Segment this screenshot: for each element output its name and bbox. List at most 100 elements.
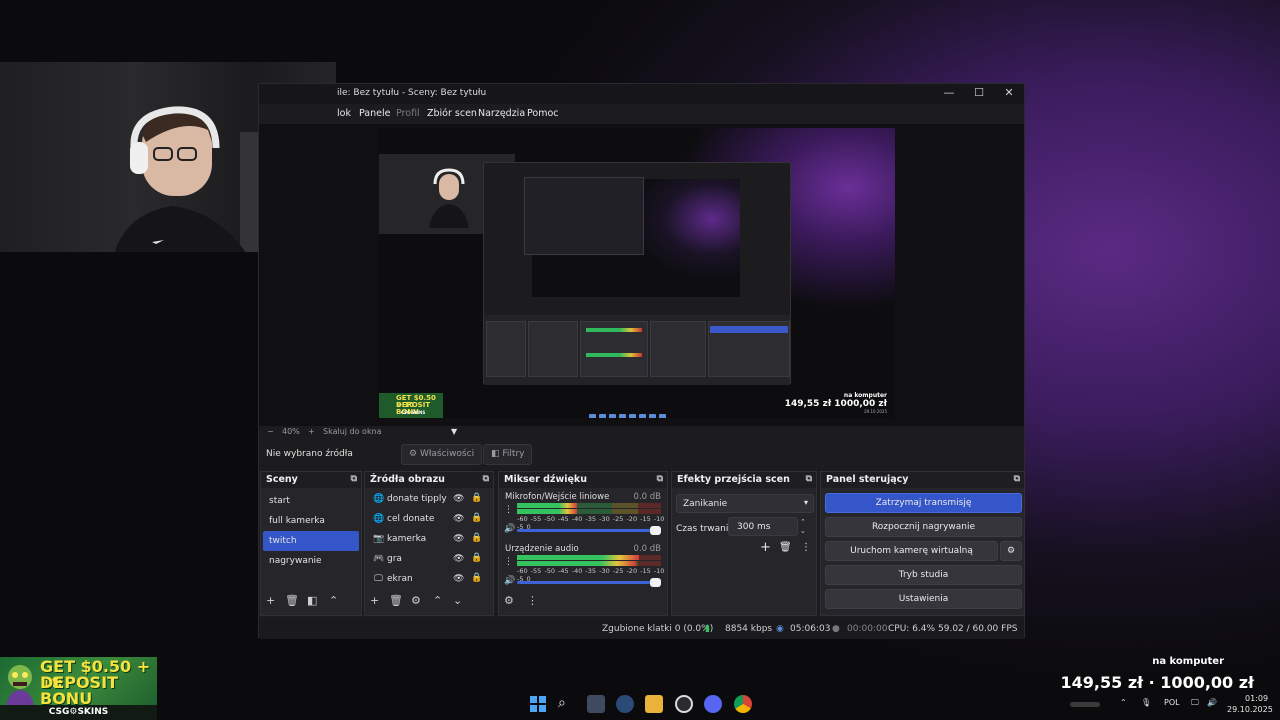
sources-header: Źródła obrazu ⧉ — [365, 472, 493, 488]
add-source-icon[interactable]: + — [370, 594, 379, 607]
spin-up-icon[interactable]: ⌃ — [800, 518, 806, 526]
microphone-icon[interactable]: 🎙 — [1141, 698, 1151, 707]
minimize-icon[interactable]: — — [938, 86, 960, 99]
transition-menu-icon[interactable]: ⋮ — [801, 542, 811, 553]
spin-down-icon[interactable]: ⌄ — [800, 527, 806, 535]
clock-time[interactable]: 01:09 — [1245, 694, 1268, 703]
speaker-icon[interactable]: 🔊 — [504, 524, 515, 534]
speaker-icon[interactable]: 🔊 — [504, 576, 515, 586]
duration-input[interactable]: 300 ms — [728, 517, 798, 536]
zoom-dropdown-icon[interactable]: ▼ — [451, 427, 457, 436]
undock-icon[interactable]: ⧉ — [483, 474, 489, 484]
eye-icon[interactable]: 👁 — [453, 574, 464, 584]
lock-icon[interactable]: 🔒 — [471, 573, 482, 583]
slider-knob[interactable] — [650, 578, 661, 587]
virtual-camera-settings-icon[interactable]: ⚙ — [1000, 541, 1022, 561]
menu-item-pomoc[interactable]: Pomoc — [527, 108, 559, 119]
remove-source-icon[interactable]: 🗑 — [389, 594, 403, 607]
stop-stream-button[interactable]: Zatrzymaj transmisję — [825, 493, 1022, 513]
scene-filters-icon[interactable]: ◧ — [307, 594, 317, 607]
language-indicator[interactable]: POL — [1164, 698, 1180, 707]
maximize-icon[interactable]: ☐ — [968, 86, 990, 99]
zoom-level: 40% — [282, 427, 300, 436]
windows-start-icon[interactable] — [529, 695, 547, 713]
scene-item-full-kamerka[interactable]: full kamerka — [263, 511, 359, 531]
channel-menu-icon[interactable]: ⋮ — [504, 505, 513, 515]
add-scene-icon[interactable]: + — [266, 594, 275, 607]
volume-icon[interactable]: 🔊 — [1207, 698, 1217, 707]
eye-icon[interactable]: 👁 — [453, 494, 464, 504]
undock-icon[interactable]: ⧉ — [1014, 474, 1020, 484]
zoom-out-button[interactable]: − — [267, 427, 274, 436]
discord-icon[interactable] — [704, 695, 722, 713]
source-item-donate-tipply[interactable]: 🌐 donate tipply 👁 🔒 — [365, 490, 493, 510]
controls-title: Panel sterujący — [826, 474, 909, 485]
preview-area[interactable]: GET $0.50 + 10 DEPOSIT BONU CSG SKINS na… — [259, 124, 1024, 426]
nested-obs-capture — [483, 162, 791, 385]
menu-item-widok[interactable]: lok — [337, 108, 351, 119]
zoom-in-button[interactable]: + — [308, 427, 315, 436]
menu-item-zbior-scen[interactable]: Zbiór scen — [427, 108, 477, 119]
mic-db-value: 0.0 dB — [633, 492, 661, 502]
menu-item-panele[interactable]: Panele — [359, 108, 390, 119]
undock-icon[interactable]: ⧉ — [351, 474, 357, 484]
program-preview[interactable]: GET $0.50 + 10 DEPOSIT BONU CSG SKINS na… — [379, 128, 895, 418]
menu-item-profil[interactable]: Profil — [396, 108, 420, 119]
scenes-dock: Sceny ⧉ start full kamerka twitch nagryw… — [260, 471, 362, 616]
close-icon[interactable]: ✕ — [998, 86, 1020, 99]
lock-icon[interactable]: 🔒 — [471, 513, 482, 523]
globe-icon: 🌐 — [373, 514, 385, 524]
scenes-header: Sceny ⧉ — [261, 472, 361, 488]
chrome-icon[interactable] — [734, 695, 752, 713]
lock-icon[interactable]: 🔒 — [471, 533, 482, 543]
network-icon[interactable]: 🖵 — [1191, 698, 1199, 708]
start-recording-button[interactable]: Rozpocznij nagrywanie — [825, 517, 1022, 537]
chevron-up-icon[interactable]: ⌃ — [1120, 698, 1127, 707]
lock-icon[interactable]: 🔒 — [471, 553, 482, 563]
scene-item-twitch[interactable]: twitch — [263, 531, 359, 551]
obs-icon[interactable] — [675, 695, 693, 713]
eye-icon[interactable]: 👁 — [453, 534, 464, 544]
chevron-down-icon: ▾ — [803, 498, 808, 507]
eye-icon[interactable]: 👁 — [453, 554, 464, 564]
zoom-mode[interactable]: Skaluj do okna — [323, 427, 382, 436]
slider-knob[interactable] — [650, 526, 661, 535]
eye-icon[interactable]: 👁 — [453, 514, 464, 524]
desktop-volume-slider[interactable] — [517, 578, 661, 587]
search-icon[interactable]: ⌕ — [558, 695, 576, 713]
remove-scene-icon[interactable]: 🗑 — [285, 594, 299, 607]
channel-menu-icon[interactable]: ⋮ — [504, 557, 513, 567]
transition-select[interactable]: Zanikanie ▾ — [676, 494, 814, 513]
add-transition-icon[interactable]: + — [760, 540, 771, 555]
lock-icon[interactable]: 🔒 — [471, 493, 482, 503]
settings-button[interactable]: Ustawienia — [825, 589, 1022, 609]
advanced-audio-icon[interactable]: ⚙ — [504, 594, 514, 607]
properties-button[interactable]: ⚙ Właściwości — [401, 444, 483, 465]
folder-icon[interactable] — [645, 695, 663, 713]
undock-icon[interactable]: ⧉ — [657, 474, 663, 484]
source-item-ekran[interactable]: 🖵 ekran 👁 🔒 — [365, 570, 493, 590]
move-up-icon[interactable]: ⌃ — [433, 594, 442, 607]
steam-icon[interactable] — [616, 695, 634, 713]
move-up-icon[interactable]: ⌃ — [329, 594, 338, 607]
virtual-camera-button[interactable]: Uruchom kamerę wirtualną — [825, 541, 998, 561]
remove-transition-icon[interactable]: 🗑 — [779, 542, 792, 553]
clock-date[interactable]: 29.10.2025 — [1227, 705, 1273, 714]
store-icon[interactable] — [587, 695, 605, 713]
source-item-cel-donate[interactable]: 🌐 cel donate 👁 🔒 — [365, 510, 493, 530]
signal-icon: ▮ — [705, 624, 710, 634]
menu-item-narzedzia[interactable]: Narzędzia — [478, 108, 525, 119]
controls-header: Panel sterujący ⧉ — [821, 472, 1024, 488]
source-item-kamerka[interactable]: 📷 kamerka 👁 🔒 — [365, 530, 493, 550]
studio-mode-button[interactable]: Tryb studia — [825, 565, 1022, 585]
mic-volume-slider[interactable] — [517, 526, 661, 535]
scene-item-nagrywanie[interactable]: nagrywanie — [263, 551, 359, 571]
mixer-header: Mikser dźwięku ⧉ — [499, 472, 667, 488]
filters-button[interactable]: ◧ Filtry — [483, 444, 533, 465]
source-item-gra[interactable]: 🎮 gra 👁 🔒 — [365, 550, 493, 570]
undock-icon[interactable]: ⧉ — [806, 474, 812, 484]
scene-item-start[interactable]: start — [263, 491, 359, 511]
source-properties-icon[interactable]: ⚙ — [411, 594, 421, 607]
move-down-icon[interactable]: ⌄ — [453, 594, 462, 607]
mixer-menu-icon[interactable]: ⋮ — [527, 594, 538, 607]
